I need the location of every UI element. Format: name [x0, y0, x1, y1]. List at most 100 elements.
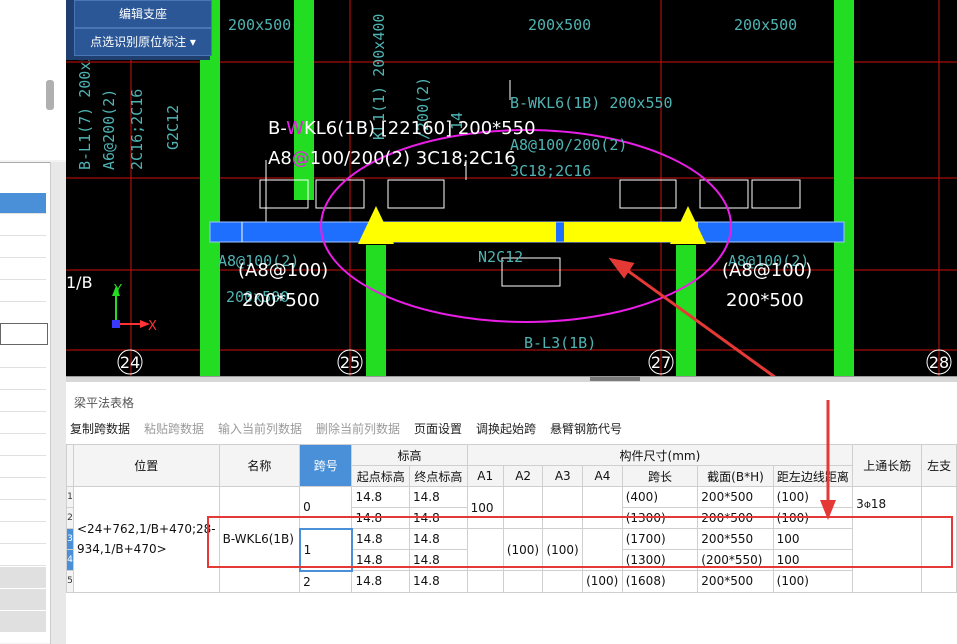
cell-top-long[interactable]: 3Φ18 — [852, 486, 923, 593]
left-scrollbar[interactable] — [50, 162, 67, 644]
cell-start-elev[interactable]: 14.8 — [351, 528, 411, 550]
cell-span[interactable]: 2 — [299, 570, 353, 593]
cell-a3[interactable] — [542, 570, 584, 593]
cell-left-dist[interactable]: 100 — [772, 549, 854, 571]
list-item[interactable] — [0, 589, 46, 610]
cell-end-elev[interactable]: 14.8 — [409, 549, 468, 571]
cell-a3[interactable] — [542, 486, 584, 529]
cell-a4[interactable] — [582, 528, 623, 571]
list-item[interactable] — [0, 545, 46, 566]
list-item[interactable] — [0, 457, 46, 478]
list-item[interactable] — [0, 215, 46, 236]
list-item[interactable] — [0, 259, 46, 280]
cell-a1[interactable]: 100 — [466, 486, 504, 529]
cell-a2[interactable]: (100) — [502, 528, 544, 571]
cell-start-elev[interactable]: 14.8 — [351, 549, 411, 571]
header-top-long[interactable]: 上通长筋 — [852, 444, 923, 487]
cell-span-len[interactable]: (400) — [621, 486, 699, 508]
cell-end-elev[interactable]: 14.8 — [409, 570, 468, 593]
row-number[interactable]: 4 — [66, 549, 74, 571]
cell-a2[interactable] — [502, 570, 544, 593]
header-a3[interactable]: A3 — [542, 465, 584, 487]
cell-section[interactable]: 200*550 — [697, 528, 774, 550]
cell-a3[interactable]: (100) — [542, 528, 584, 571]
header-left-support[interactable]: 左支 — [921, 444, 957, 487]
cell-left-dist[interactable]: 100 — [772, 528, 854, 550]
input-column-button[interactable]: 输入当前列数据 — [218, 420, 302, 437]
cell-section[interactable]: 200*500 — [697, 486, 774, 508]
list-item[interactable] — [0, 391, 46, 412]
swap-span-button[interactable]: 调换起始跨 — [476, 420, 536, 437]
list-item[interactable] — [0, 281, 46, 302]
row-number[interactable]: 1 — [66, 486, 74, 508]
list-item[interactable] — [0, 611, 46, 632]
axis-label: 1/B — [66, 273, 93, 292]
list-item[interactable] — [0, 523, 46, 544]
list-item[interactable] — [0, 501, 46, 522]
list-item[interactable] — [0, 413, 46, 434]
list-item[interactable] — [0, 567, 46, 588]
header-elevation[interactable]: 标高 — [351, 444, 468, 466]
header-end-elev[interactable]: 终点标高 — [409, 465, 468, 487]
cell-span[interactable]: 0 — [299, 486, 353, 529]
list-item[interactable] — [0, 237, 46, 258]
header-a1[interactable]: A1 — [466, 465, 504, 487]
edit-support-button[interactable]: 编辑支座 — [74, 0, 212, 28]
pick-annotation-button[interactable]: 点选识别原位标注 ▾ — [74, 28, 212, 56]
list-item[interactable] — [0, 435, 46, 456]
cell-span-len[interactable]: (1700) — [621, 528, 699, 550]
cell-section[interactable]: (200*550) — [697, 549, 774, 571]
list-item-focused[interactable] — [0, 323, 48, 345]
axis-y-label: Y — [113, 283, 122, 298]
header-position[interactable]: 位置 — [73, 444, 220, 487]
cad-viewport[interactable]: 200x500 200x500 200x500 B-WKL6(1B) 200x5… — [66, 0, 957, 376]
delete-column-button[interactable]: 删除当前列数据 — [316, 420, 400, 437]
cell-span-len[interactable]: (1300) — [621, 507, 699, 529]
row-number[interactable]: 3 — [66, 528, 74, 550]
cell-a2[interactable] — [502, 486, 544, 529]
page-setup-button[interactable]: 页面设置 — [414, 420, 462, 437]
header-dimensions[interactable]: 构件尺寸(mm) — [466, 444, 854, 466]
left-scroll-thumb[interactable] — [46, 80, 54, 110]
paste-span-button[interactable]: 粘贴跨数据 — [144, 420, 204, 437]
splitter-grip[interactable] — [590, 377, 640, 381]
cell-start-elev[interactable]: 14.8 — [351, 507, 411, 529]
header-span-len[interactable]: 跨长 — [621, 465, 699, 487]
copy-span-button[interactable]: 复制跨数据 — [70, 420, 130, 437]
cell-section[interactable]: 200*500 — [697, 507, 774, 529]
cell-end-elev[interactable]: 14.8 — [409, 528, 468, 550]
list-item-selected[interactable] — [0, 193, 46, 214]
header-a4[interactable]: A4 — [582, 465, 623, 487]
header-start-elev[interactable]: 起点标高 — [351, 465, 411, 487]
cell-span-len[interactable]: (1300) — [621, 549, 699, 571]
cell-a4[interactable] — [582, 486, 623, 529]
cell-left-dist[interactable]: (100) — [772, 570, 854, 593]
list-item[interactable] — [0, 347, 46, 368]
list-item[interactable] — [0, 303, 46, 324]
cell-section[interactable]: 200*500 — [697, 570, 774, 593]
cell-start-elev[interactable]: 14.8 — [351, 570, 411, 593]
cell-end-elev[interactable]: 14.8 — [409, 507, 468, 529]
cell-name[interactable]: B-WKL6(1B) — [218, 486, 301, 593]
cell-start-elev[interactable]: 14.8 — [351, 486, 411, 508]
header-span[interactable]: 跨号 — [299, 444, 353, 487]
row-number[interactable]: 5 — [66, 570, 74, 593]
cell-a1[interactable] — [466, 528, 504, 571]
header-name[interactable]: 名称 — [218, 444, 301, 487]
cell-span-len[interactable]: (1608) — [621, 570, 699, 593]
row-number[interactable]: 2 — [66, 507, 74, 529]
cell-end-elev[interactable]: 14.8 — [409, 486, 468, 508]
list-item[interactable] — [0, 369, 46, 390]
axis-number: 25 — [340, 353, 360, 372]
beam-highlight-span[interactable] — [380, 222, 556, 242]
left-vertical-label: A6@200(2) — [100, 89, 118, 170]
cell-position[interactable]: <24+762,1/B+470;28-934,1/B+470> — [73, 486, 220, 593]
cantilever-code-button[interactable]: 悬臂钢筋代号 — [550, 420, 622, 437]
cell-a4[interactable]: (100) — [582, 570, 623, 593]
list-item[interactable] — [0, 479, 46, 500]
cell-a1[interactable] — [466, 570, 504, 593]
header-section[interactable]: 截面(B*H) — [697, 465, 774, 487]
cell-left-support[interactable] — [921, 486, 957, 593]
header-a2[interactable]: A2 — [502, 465, 544, 487]
cell-span[interactable]: 1 — [298, 527, 353, 572]
